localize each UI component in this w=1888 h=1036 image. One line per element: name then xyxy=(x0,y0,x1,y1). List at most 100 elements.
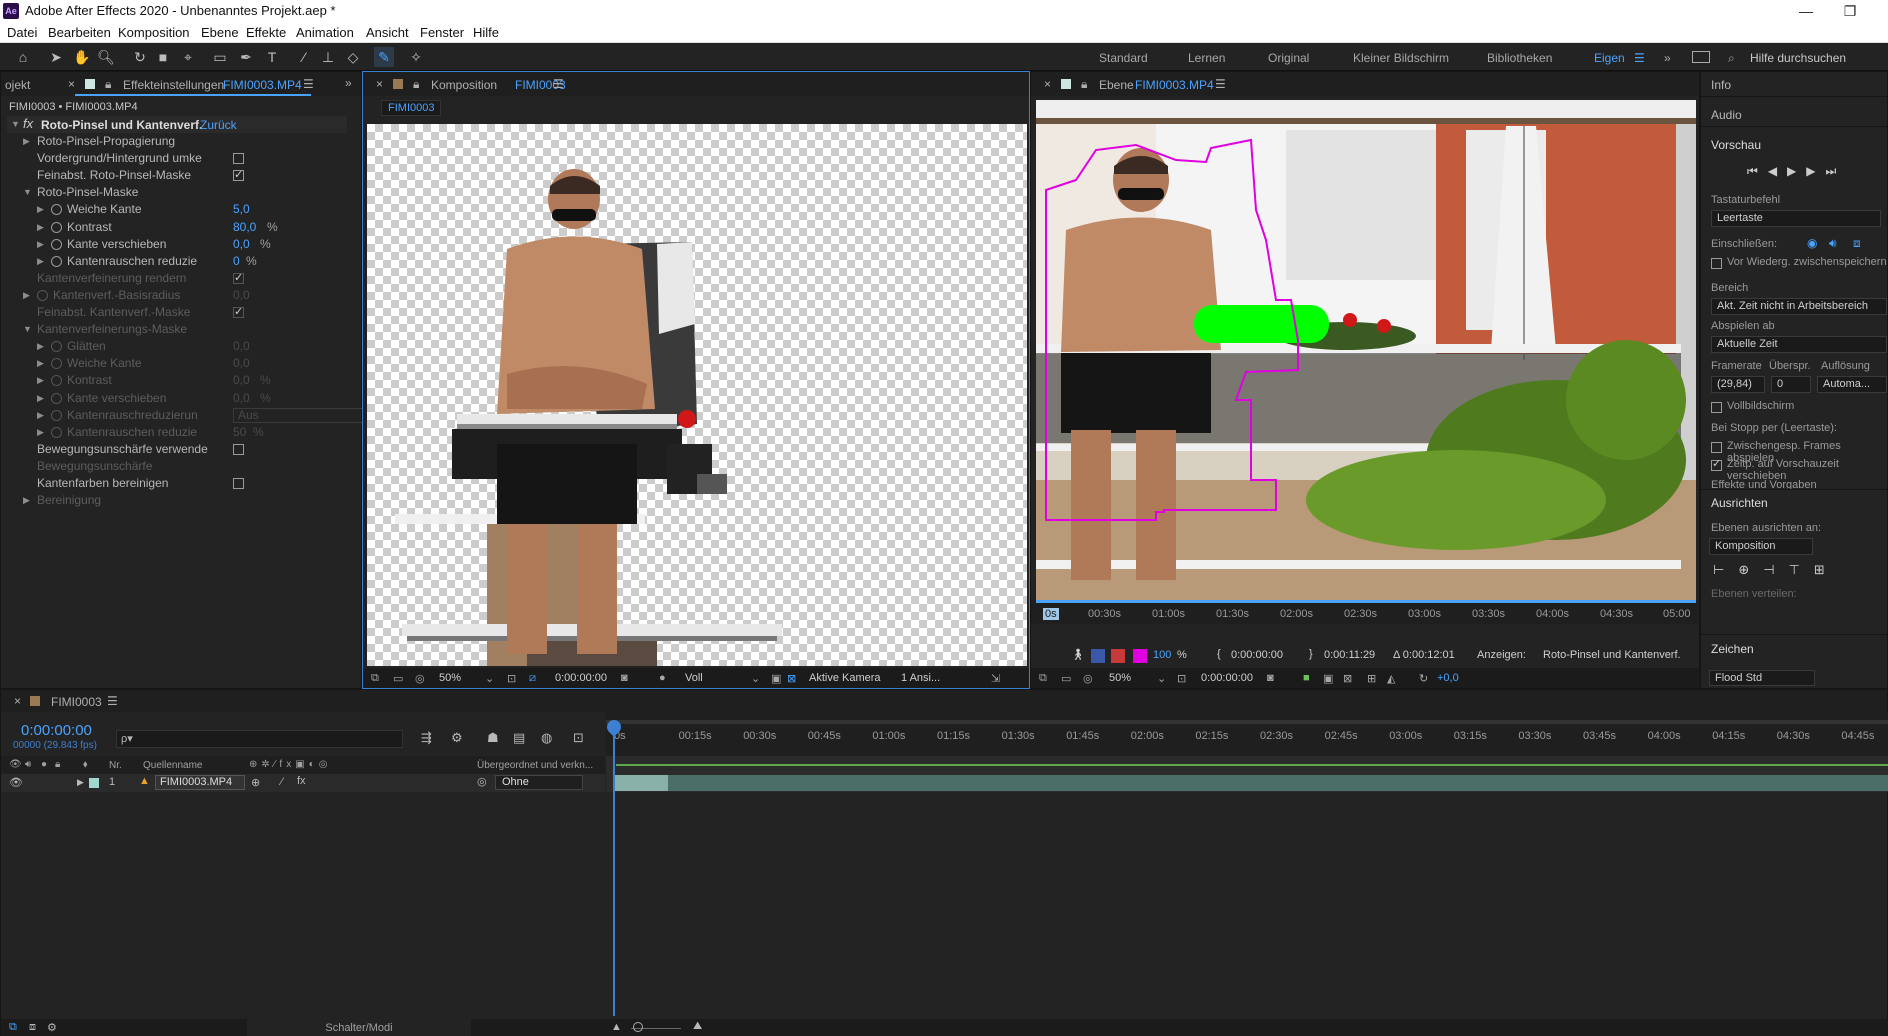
camera-select[interactable]: Aktive Kamera xyxy=(809,672,881,684)
panel-menu-icon[interactable]: ☰ xyxy=(107,694,118,708)
camera-tool-icon[interactable]: ■ xyxy=(153,47,173,67)
workspace-original[interactable]: Original xyxy=(1268,51,1309,65)
puppet-pin-tool-icon[interactable]: ✧ xyxy=(406,47,426,67)
expand-icon[interactable]: ▶ xyxy=(37,372,44,389)
effect-property-value[interactable]: 0,0 xyxy=(233,338,250,355)
effect-property-row[interactable]: Vordergrund/Hintergrund umke xyxy=(1,150,363,167)
in-time[interactable]: 0:00:00:00 xyxy=(1231,649,1283,661)
expand-icon[interactable]: ▶ xyxy=(37,253,44,270)
layer-time-ruler[interactable]: 0s 00:30s 01:00s 01:30s 02:00s 02:30s 03… xyxy=(1031,600,1699,624)
pan-behind-tool-icon[interactable]: ⌖ xyxy=(178,47,198,67)
move-time-checkbox[interactable] xyxy=(1711,457,1722,471)
visibility-icon[interactable]: 👁︎ xyxy=(9,776,23,789)
comp-zoom-select[interactable]: 50% xyxy=(439,672,461,684)
menu-effekte[interactable]: Effekte xyxy=(246,25,286,40)
maximize-icon[interactable]: ❐ xyxy=(1830,0,1870,22)
color-channel-icon[interactable]: ● xyxy=(659,672,666,684)
skip-select[interactable]: 0 xyxy=(1771,376,1811,393)
toggle-transparency-icon[interactable]: ⊠ xyxy=(787,672,796,685)
label-icon[interactable]: ⬧ xyxy=(83,759,88,770)
pixel-aspect-icon[interactable]: ⊠ xyxy=(1343,672,1352,685)
layer-label-color[interactable] xyxy=(89,778,99,788)
zoom-out-icon[interactable]: ▲ xyxy=(611,1021,622,1033)
menu-animation[interactable]: Animation xyxy=(296,25,354,40)
exposure-value[interactable]: +0,0 xyxy=(1437,672,1459,684)
effect-property-row[interactable]: ▶ Kantenrauschen reduzie 50% xyxy=(1,424,363,441)
eraser-tool-icon[interactable]: ◇ xyxy=(343,47,363,67)
menu-hilfe[interactable]: Hilfe xyxy=(473,25,499,40)
shy-icon[interactable]: ☗ xyxy=(487,730,499,746)
font-select[interactable]: Flood Std xyxy=(1709,670,1815,686)
visibility-icon[interactable]: 👁︎ xyxy=(9,759,22,770)
tab-layer-name[interactable]: FIMI0003.MP4 xyxy=(1135,78,1214,92)
fullscreen-checkbox[interactable] xyxy=(1711,402,1722,413)
comp-current-time[interactable]: 0:00:00:00 xyxy=(555,672,607,684)
stopwatch-icon[interactable] xyxy=(51,375,62,387)
info-panel-tab[interactable]: Info xyxy=(1711,78,1731,92)
effect-property-value[interactable]: 5,0 xyxy=(233,201,250,218)
always-preview-icon[interactable]: ⧉ xyxy=(1039,672,1047,685)
lock-icon[interactable]: 🔒︎ xyxy=(1081,77,1087,92)
help-search-input[interactable]: Hilfe durchsuchen xyxy=(1750,51,1846,65)
align-top-icon[interactable]: ⊤ xyxy=(1789,562,1814,577)
tab-effect-controls-file[interactable]: FIMI0003.MP4 xyxy=(223,78,302,92)
fast-preview-icon[interactable]: ◭ xyxy=(1387,672,1395,685)
clone-stamp-tool-icon[interactable]: ⊥ xyxy=(318,47,338,67)
fit-icon[interactable]: ⊡ xyxy=(1177,672,1186,685)
close-icon[interactable]: × xyxy=(68,77,75,91)
effect-property-row[interactable]: ▶ Weiche Kante 5,0 xyxy=(1,201,363,218)
parent-select[interactable]: Ohne xyxy=(495,775,583,790)
last-frame-icon[interactable]: ⏭ xyxy=(1826,164,1847,178)
monitor-icon[interactable]: ▭ xyxy=(1061,672,1071,685)
effect-property-value[interactable]: 0,0 xyxy=(233,236,250,253)
in-point-icon[interactable]: { xyxy=(1217,648,1221,660)
shortcut-select[interactable]: Leertaste xyxy=(1711,210,1881,227)
reset-exposure-icon[interactable]: ↻ xyxy=(1419,672,1428,685)
effect-property-row[interactable]: ▶ Glätten 0,0 xyxy=(1,338,363,355)
effect-property-row[interactable]: Feinabst. Roto-Pinsel-Maske xyxy=(1,167,363,184)
comp-viewer[interactable] xyxy=(367,124,1027,666)
collapse-icon[interactable]: ▼ xyxy=(23,321,32,338)
stopwatch-icon[interactable] xyxy=(51,409,62,421)
pen-tool-icon[interactable]: ✒ xyxy=(236,47,256,67)
align-left-icon[interactable]: ⊢ xyxy=(1713,562,1738,577)
roto-fg-icon[interactable] xyxy=(1091,649,1105,663)
overlay-include-icon[interactable]: ⧈ xyxy=(1853,236,1861,251)
align-right-icon[interactable]: ⊣ xyxy=(1763,562,1788,577)
audio-icon[interactable]: 🔊︎ xyxy=(25,759,31,770)
expand-layer-icon[interactable]: ▶ xyxy=(77,777,84,788)
effect-property-checkbox[interactable] xyxy=(233,153,244,165)
expand-icon[interactable]: ▶ xyxy=(23,287,30,304)
align-hcenter-icon[interactable]: ⊕ xyxy=(1738,562,1763,577)
layer-zoom-select[interactable]: 50% xyxy=(1109,672,1131,684)
effect-header-row[interactable]: ▼ fx Roto-Pinsel und Kantenverf. Zurück xyxy=(7,116,347,133)
effect-property-checkbox[interactable] xyxy=(233,167,244,184)
hand-tool-icon[interactable]: ✋ xyxy=(72,47,92,67)
workspace-standard[interactable]: Standard xyxy=(1099,51,1148,65)
back-link[interactable]: Zurück xyxy=(200,118,237,132)
next-frame-icon[interactable]: ▶ xyxy=(1806,164,1825,178)
mask-icon[interactable]: ◎ xyxy=(415,672,425,685)
stopwatch-icon[interactable] xyxy=(51,238,62,250)
roto-figure-icon[interactable]: 🚶︎ xyxy=(1071,648,1085,661)
overlay-opacity[interactable]: 100 xyxy=(1153,649,1171,661)
quality-switch-icon[interactable]: ⁄ xyxy=(281,776,283,788)
align-panel-tab[interactable]: Ausrichten xyxy=(1711,496,1768,510)
stopwatch-icon[interactable] xyxy=(51,255,62,267)
effect-property-row[interactable]: ▼ Kantenverfeinerungs-Maske xyxy=(1,321,363,338)
collapse-switch-icon[interactable]: ⊕ xyxy=(251,776,260,789)
timeline-ruler[interactable]: 0s 00:15s 00:30s 00:45s 01:00s 01:15s 01:30s 01… xyxy=(606,712,1888,756)
layer-name[interactable]: FIMI0003.MP4 xyxy=(155,775,245,790)
effect-property-value[interactable]: 0,0 xyxy=(233,390,250,407)
effect-property-value[interactable]: 0,0 xyxy=(233,372,250,389)
overlay-color-swatch[interactable] xyxy=(1133,649,1147,663)
cached-frames-checkbox[interactable] xyxy=(1711,442,1722,453)
render-time-icon[interactable]: ⚙ xyxy=(47,1021,57,1034)
menu-ebene[interactable]: Ebene xyxy=(201,25,239,40)
expand-icon[interactable]: ▶ xyxy=(37,219,44,236)
preview-panel-tab[interactable]: Vorschau xyxy=(1711,138,1761,152)
lock-icon[interactable]: 🔒︎ xyxy=(413,77,419,92)
effect-property-row[interactable]: Feinabst. Kantenverf.-Maske xyxy=(1,304,363,321)
workspace-bibliotheken[interactable]: Bibliotheken xyxy=(1487,51,1552,65)
rectangle-tool-icon[interactable]: ▭ xyxy=(210,47,230,67)
